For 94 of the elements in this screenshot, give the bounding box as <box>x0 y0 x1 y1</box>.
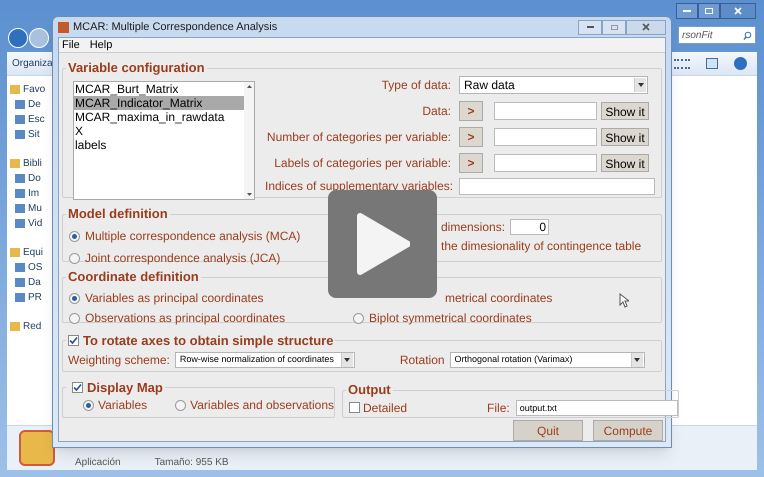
window-title: MCAR: Multiple Correspondence Analysis <box>73 20 278 35</box>
radio-label[interactable]: Observations as principal coordinates <box>85 309 286 327</box>
nav-item[interactable]: OS <box>28 260 42 275</box>
radio-button[interactable] <box>69 292 80 304</box>
scroll-up-icon[interactable] <box>246 85 252 88</box>
radio-button[interactable] <box>69 230 80 242</box>
show-it-button[interactable]: Show it <box>601 102 649 120</box>
radio-button[interactable] <box>353 312 364 324</box>
search-field[interactable]: rsonFit <box>678 26 756 44</box>
note-text: the dimesionality of contingence table <box>441 238 642 255</box>
list-item[interactable]: MCAR_maxima_in_rawdata <box>74 110 244 124</box>
field-label: Indices of supplementary variables: <box>265 178 451 195</box>
radio-label[interactable]: Joint correspondence analysis (JCA) <box>85 249 280 267</box>
close-icon[interactable] <box>626 20 666 34</box>
nav-item[interactable]: Equi <box>23 245 44 260</box>
dialog-button[interactable]: Quit <box>513 420 583 441</box>
nav-item[interactable]: Esc <box>28 112 45 127</box>
field-label: Rotation <box>400 352 445 368</box>
input-field[interactable] <box>459 178 655 194</box>
checkbox-label[interactable]: Detailed <box>363 398 408 416</box>
checkbox[interactable] <box>349 402 360 413</box>
radio-label[interactable]: Biplot symmetrical coordinates <box>369 309 532 327</box>
select-variable-button[interactable]: > <box>459 101 483 121</box>
show-it-button[interactable]: Show it <box>601 128 649 146</box>
list-item[interactable]: X <box>74 124 244 138</box>
file-type: Aplicación <box>75 456 121 470</box>
show-it-button[interactable]: Show it <box>601 154 649 172</box>
folder-icon <box>10 322 20 331</box>
section-title: Output <box>348 382 391 397</box>
field-label: Type of data: <box>380 77 451 94</box>
nav-item[interactable]: Do <box>28 171 41 186</box>
section-title: Model definition <box>68 206 168 221</box>
nav-item[interactable]: De <box>28 97 41 112</box>
close-icon[interactable] <box>720 3 756 19</box>
play-icon <box>356 212 410 276</box>
input-field[interactable] <box>494 128 597 146</box>
radio-label[interactable]: Variables as principal coordinates <box>85 289 264 307</box>
toolbar-label[interactable]: Organiza <box>12 56 53 71</box>
rotation-dropdown[interactable]: Orthogonal rotation (Varimax) <box>450 352 645 368</box>
field-label: Data: <box>421 103 451 120</box>
nav-item[interactable]: Da <box>28 275 41 290</box>
radio-button[interactable] <box>175 400 186 411</box>
field-label: dimensions: <box>441 219 506 236</box>
radio-button[interactable] <box>69 252 80 264</box>
radio-button[interactable] <box>69 312 80 324</box>
list-item[interactable]: MCAR_Burt_Matrix <box>74 82 244 96</box>
scrollbar[interactable] <box>244 82 254 199</box>
minimize-icon[interactable] <box>676 3 698 19</box>
list-item[interactable]: labels <box>74 138 244 152</box>
minimize-icon[interactable] <box>578 20 602 34</box>
select-variable-button[interactable]: > <box>459 127 483 147</box>
dialog-button[interactable]: Compute <box>593 420 663 441</box>
list-item[interactable]: MCAR_Indicator_Matrix <box>74 96 244 110</box>
section-title: To rotate axes to obtain simple structure <box>83 332 334 350</box>
nav-item[interactable]: Vid <box>28 216 42 231</box>
field-label: File: <box>487 400 510 416</box>
radio-label[interactable]: Variables and observations <box>190 396 334 414</box>
weighting-dropdown[interactable]: Row-wise normalization of coordinates <box>174 352 355 368</box>
play-button[interactable] <box>328 190 437 298</box>
select-variable-button[interactable]: > <box>459 153 483 173</box>
nav-item[interactable]: Im <box>28 186 40 201</box>
scroll-down-icon[interactable] <box>246 193 252 196</box>
data-type-dropdown[interactable]: Raw data <box>459 76 648 94</box>
field-label: Labels of categories per variable: <box>273 155 451 172</box>
checkbox[interactable] <box>68 335 79 346</box>
menu-item[interactable]: Help <box>90 36 112 54</box>
checkbox[interactable] <box>72 382 83 394</box>
nav-item[interactable]: Sit <box>28 127 40 142</box>
nav-item[interactable]: Bibli <box>23 156 42 171</box>
cursor-icon <box>619 293 629 308</box>
menu-item[interactable]: File <box>62 36 80 54</box>
radio-label[interactable]: Variables <box>98 396 148 414</box>
nav-item[interactable]: Red <box>23 319 42 334</box>
input-field[interactable] <box>494 102 597 120</box>
nav-item[interactable]: Favo <box>23 82 46 97</box>
variable-list[interactable]: MCAR_Burt_Matrix MCAR_Indicator_Matrix MCAR_maxima_in_rawdata X labels <box>73 81 255 200</box>
radio-button[interactable] <box>83 400 94 411</box>
radio-label[interactable]: Multiple correspondence analysis (MCA) <box>85 227 300 245</box>
file-field[interactable]: output.txt <box>516 400 678 416</box>
input-field[interactable] <box>494 154 597 172</box>
dimensions-field[interactable]: 0 <box>510 219 550 235</box>
preview-pane-icon[interactable] <box>706 58 718 69</box>
field-label: Weighting scheme: <box>68 352 170 368</box>
nav-item[interactable]: PR <box>28 290 42 305</box>
app-icon <box>19 430 55 466</box>
file-size: Tamaño: 955 KB <box>154 456 229 470</box>
app-icon <box>58 22 69 32</box>
section-title: Coordinate definition <box>68 269 199 284</box>
search-icon <box>743 30 752 40</box>
maximize-icon[interactable] <box>698 3 720 19</box>
section-title: Variable configuration <box>68 60 205 75</box>
field-label: Number of categories per variable: <box>266 129 451 146</box>
nav-item[interactable]: Mu <box>28 201 42 216</box>
section-title: Display Map <box>87 379 163 397</box>
